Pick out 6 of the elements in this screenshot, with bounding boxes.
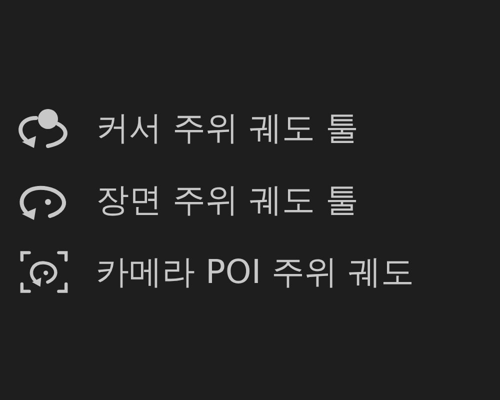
menu-item[interactable]: 장면 주위 궤도 툴 xyxy=(14,175,414,225)
menu-item[interactable]: 카메라 POI 주위 궤도 xyxy=(14,247,414,297)
menu-item-label: 카메라 POI 주위 궤도 xyxy=(96,250,414,292)
menu-item-label: 장면 주위 궤도 툴 xyxy=(96,178,358,220)
menu-item-label: 커서 주위 궤도 툴 xyxy=(96,106,358,148)
menu-item[interactable]: 커서 주위 궤도 툴 xyxy=(14,103,414,153)
